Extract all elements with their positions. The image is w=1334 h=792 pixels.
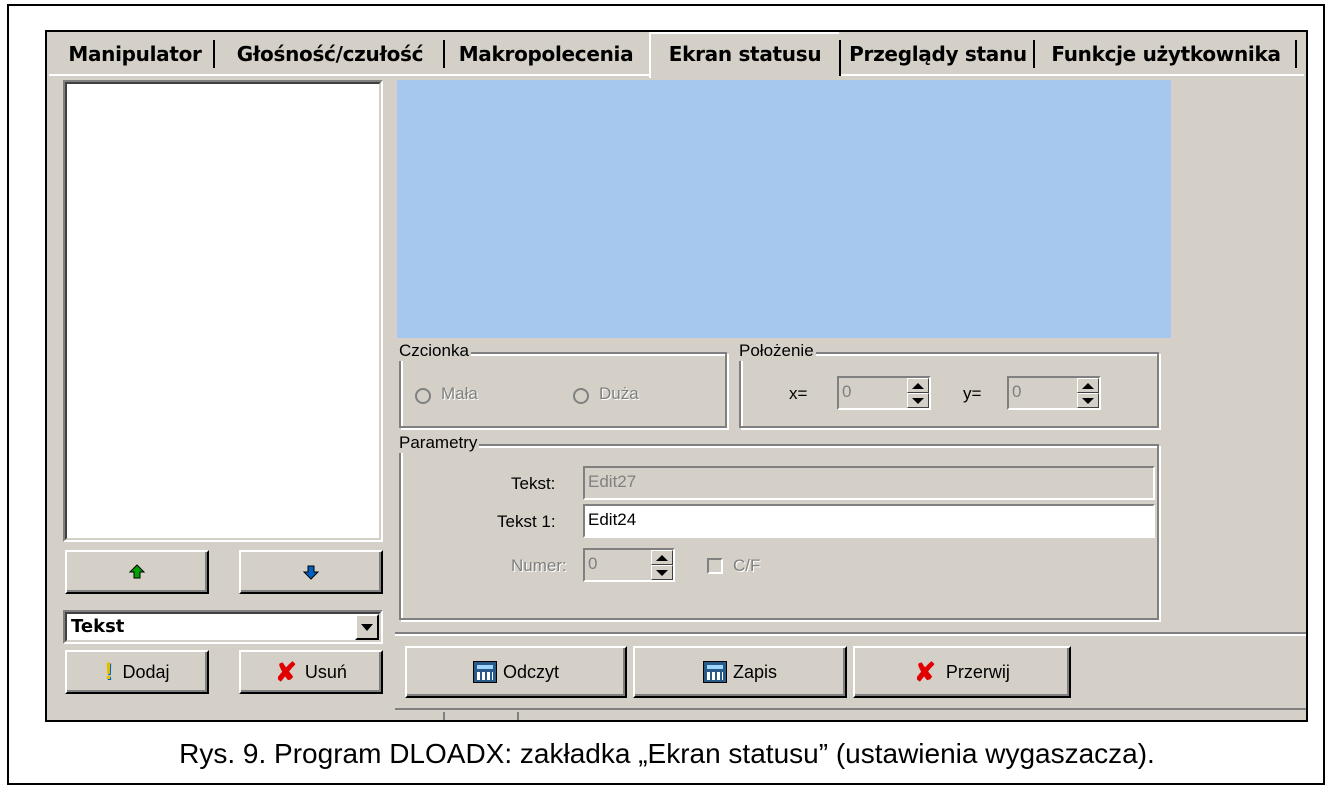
text-label: Tekst: <box>511 474 556 493</box>
x-up-button[interactable] <box>907 378 929 393</box>
add-button-label: Dodaj <box>122 661 170 682</box>
text-field[interactable]: Edit27 <box>583 466 1155 500</box>
radio-large-label: Duża <box>599 384 639 403</box>
abort-button[interactable]: ✘ Przerwij <box>853 646 1071 698</box>
tab-label: Przeglądy stanu <box>849 42 1027 66</box>
y-label: y= <box>963 384 982 403</box>
cf-label: C/F <box>733 556 761 575</box>
position-group: Położenie x= 0 y= 0 <box>739 341 1159 428</box>
cf-checkbox[interactable] <box>707 558 723 574</box>
calculator-read-icon <box>472 661 497 683</box>
text1-label: Tekst 1: <box>497 512 556 531</box>
font-group: Czcionka Mała Duża <box>399 341 727 428</box>
write-button[interactable]: Zapis <box>633 646 847 698</box>
tab-status-reviews[interactable]: Przeglądy stanu <box>841 36 1035 74</box>
radio-small[interactable] <box>415 388 431 404</box>
read-button[interactable]: Odczyt <box>405 646 627 698</box>
x-spinner[interactable]: 0 <box>837 376 931 410</box>
y-value: 0 <box>1012 382 1022 401</box>
calculator-write-icon <box>702 661 727 683</box>
x-down-button[interactable] <box>907 393 929 408</box>
number-spinner[interactable]: 0 <box>583 548 675 582</box>
font-group-label: Czcionka <box>399 341 471 361</box>
tab-strip: Manipulator Głośność/czułość Makropolece… <box>47 32 1306 78</box>
x-label: x= <box>789 384 808 403</box>
tab-manipulator[interactable]: Manipulator <box>55 36 215 74</box>
abort-button-label: Przerwij <box>945 661 1010 682</box>
read-button-label: Odczyt <box>502 661 559 682</box>
elements-list[interactable] <box>63 80 383 542</box>
y-spinner[interactable]: 0 <box>1007 376 1101 410</box>
tab-volume[interactable]: Głośność/czułość <box>215 36 445 74</box>
tab-macros[interactable]: Makropolecenia <box>445 36 647 74</box>
red-x-icon: ✘ <box>914 656 936 687</box>
bottom-divider-highlight <box>395 634 1306 636</box>
tab-label: Funkcje użytkownika <box>1051 42 1281 66</box>
radio-small-label: Mała <box>441 384 478 403</box>
exclamation-icon: ! <box>104 658 113 685</box>
y-up-button[interactable] <box>1077 378 1099 393</box>
remove-button[interactable]: ✘ Usuń <box>239 650 383 694</box>
y-down-button[interactable] <box>1077 393 1099 408</box>
tab-label: Manipulator <box>68 42 202 66</box>
red-x-icon: ✘ <box>275 656 297 687</box>
text-value: Edit27 <box>588 472 637 491</box>
tab-status-screen[interactable]: Ekran statusu <box>649 32 841 78</box>
combo-value: Tekst <box>71 616 125 637</box>
element-type-combo[interactable]: Tekst <box>63 610 383 644</box>
move-down-button[interactable] <box>239 550 383 594</box>
figure-caption: Rys. 9. Program DLOADX: zakładka „Ekran … <box>179 738 1155 769</box>
tab-label: Ekran statusu <box>668 42 822 66</box>
app-window: Manipulator Głośność/czułość Makropolece… <box>45 30 1308 722</box>
tab-label: Głośność/czułość <box>236 42 424 66</box>
arrow-down-icon <box>302 565 320 580</box>
text1-field[interactable]: Edit24 <box>583 504 1155 538</box>
remove-button-label: Usuń <box>304 661 347 682</box>
number-label: Numer: <box>511 556 567 575</box>
parameters-group-label: Parametry <box>399 433 480 453</box>
radio-large[interactable] <box>573 388 589 404</box>
tab-user-functions[interactable]: Funkcje użytkownika <box>1035 36 1297 74</box>
chevron-down-icon <box>361 623 373 631</box>
number-down-button[interactable] <box>651 565 673 580</box>
parameters-group: Parametry Tekst: Edit27 Tekst 1: Edit24 … <box>399 433 1159 620</box>
number-value: 0 <box>588 554 598 573</box>
x-value: 0 <box>842 382 852 401</box>
status-bar <box>395 710 1306 720</box>
number-up-button[interactable] <box>651 550 673 565</box>
text1-value: Edit24 <box>588 510 637 529</box>
write-button-label: Zapis <box>732 661 777 682</box>
add-button[interactable]: ! Dodaj <box>65 650 209 694</box>
combo-dropdown-button[interactable] <box>355 614 379 640</box>
tab-label: Makropolecenia <box>458 42 634 66</box>
arrow-up-icon <box>128 564 146 579</box>
position-group-label: Położenie <box>739 341 816 361</box>
move-up-button[interactable] <box>65 550 209 594</box>
status-screen-preview[interactable] <box>397 80 1171 338</box>
